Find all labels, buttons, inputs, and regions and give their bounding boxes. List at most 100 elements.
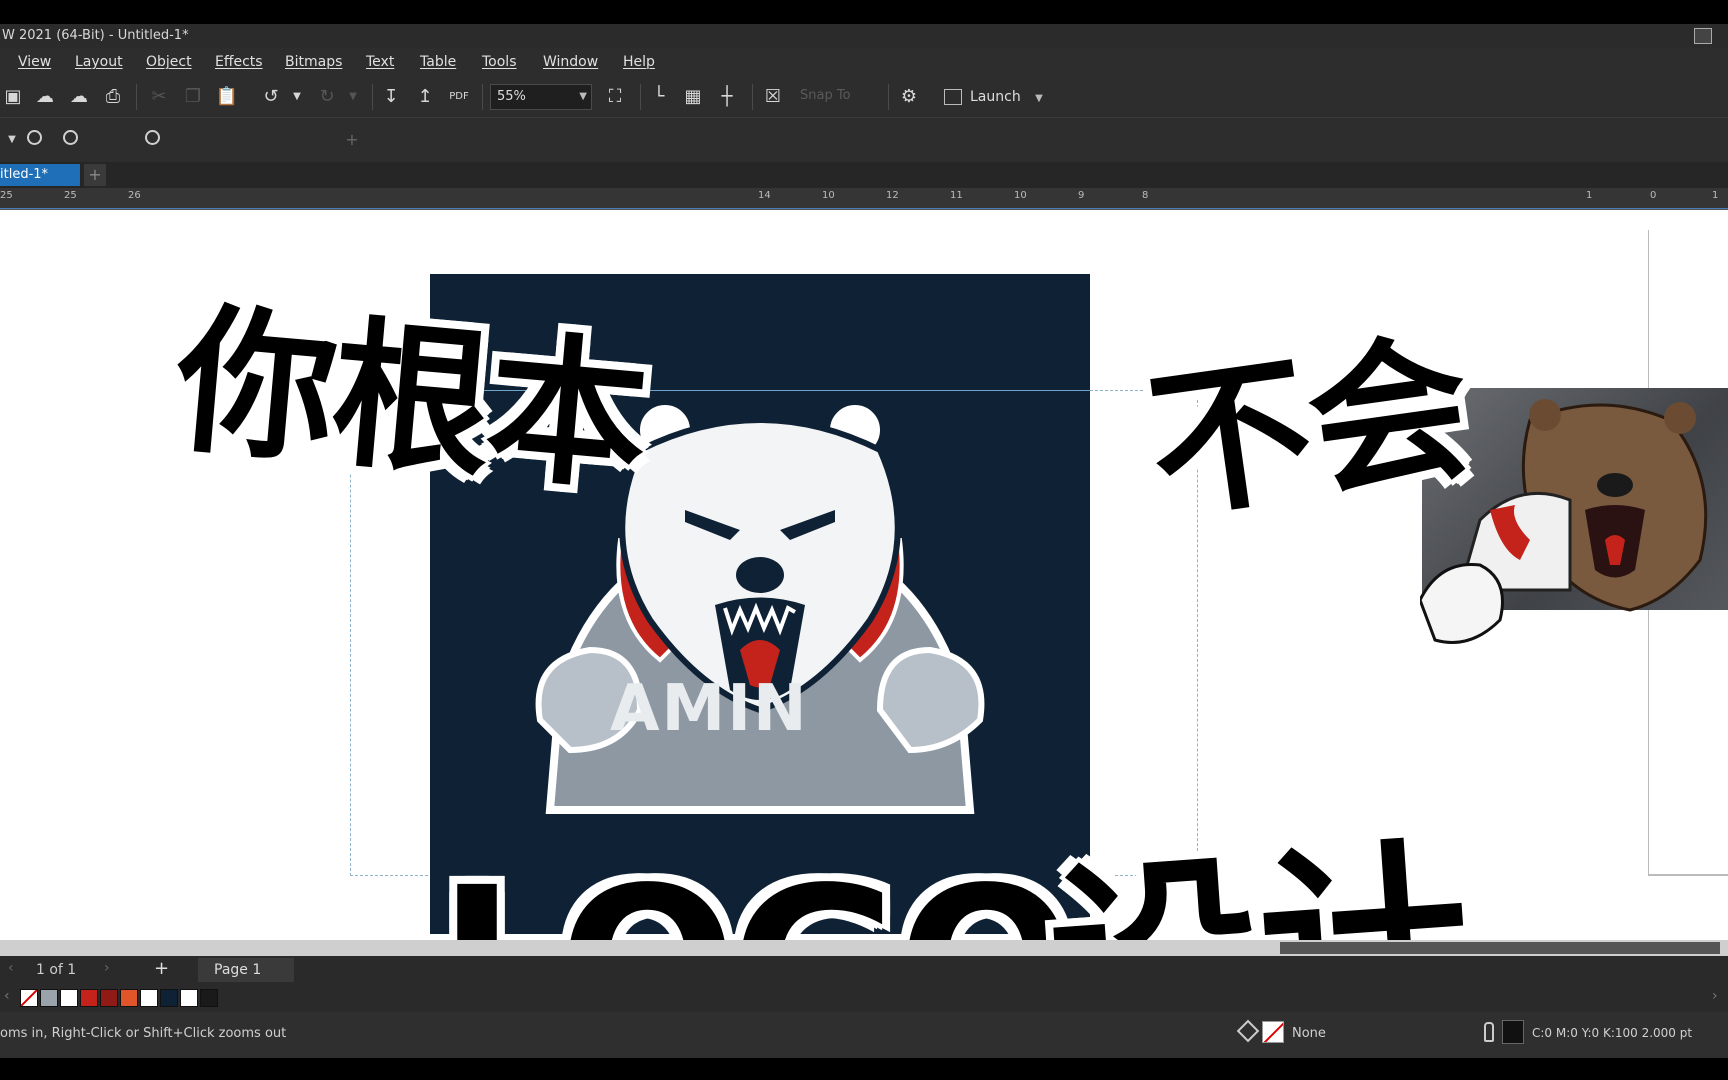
menu-help[interactable]: Help	[623, 54, 655, 70]
palette-swatch[interactable]	[100, 989, 118, 1007]
zoom-dropdown-icon[interactable]: ▼	[579, 85, 587, 109]
logo-text: AMIN	[610, 672, 809, 746]
zoom-level-field[interactable]: 55% ▼	[490, 84, 592, 110]
add-preset-icon[interactable]: +	[340, 128, 364, 152]
fill-bucket-icon[interactable]	[1236, 1019, 1260, 1043]
menu-effects[interactable]: Effects	[215, 54, 263, 70]
toolbar-divider	[640, 84, 641, 110]
palette-swatch[interactable]	[180, 989, 198, 1007]
zoom-preset-dropdown-icon[interactable]: ▼	[0, 128, 24, 152]
overlay-title-line-3: LOGO	[438, 860, 1076, 941]
zoom-out-icon[interactable]	[58, 128, 82, 152]
outline-label: C:0 M:0 Y:0 K:100 2.000 pt	[1532, 1026, 1693, 1040]
menu-text[interactable]: Text	[366, 54, 394, 70]
document-tabs: itled-1* +	[0, 162, 1728, 188]
fill-label: None	[1292, 1026, 1326, 1041]
property-bar: ▼ +	[0, 118, 1728, 162]
palette-swatch[interactable]	[80, 989, 98, 1007]
launch-label: Launch	[970, 89, 1021, 105]
zoom-in-icon[interactable]	[22, 128, 46, 152]
color-palette: ‹ ›	[0, 984, 1728, 1012]
outline-color-swatch[interactable]	[1502, 1020, 1524, 1044]
prev-page-icon[interactable]: ‹	[8, 960, 14, 976]
overlay-title-line-4: 设计	[1042, 818, 1478, 940]
palette-scroll-right-icon[interactable]: ›	[1712, 988, 1718, 1004]
standard-toolbar: ▣ ☁ ☁ ⎙ ✂ ❐ 📋 ↺ ▼ ↻ ▼ ↧ ↥ PDF 55% ▼ ⛶ └ …	[0, 76, 1728, 118]
options-gear-icon[interactable]: ⚙	[896, 84, 922, 110]
horizontal-ruler: 25 25 26 14 10 12 11 10 9 8 1 0 1	[0, 188, 1728, 210]
guidelines-icon[interactable]: ┼	[714, 84, 740, 110]
grid-icon[interactable]: ▦	[680, 84, 706, 110]
menu-object[interactable]: Object	[146, 54, 192, 70]
ruler-tick: 10	[822, 190, 835, 201]
page-count: 1 of 1	[36, 962, 77, 978]
cloud-download-icon[interactable]: ☁	[32, 84, 58, 110]
ruler-tick: 11	[950, 190, 963, 201]
snap-off-icon[interactable]: ☒	[760, 84, 786, 110]
ruler-tick: 1	[1712, 190, 1719, 201]
launch-icon	[944, 89, 962, 105]
palette-scroll-left-icon[interactable]: ‹	[4, 988, 10, 1004]
menu-layout[interactable]: Layout	[75, 54, 123, 70]
palette-swatch[interactable]	[200, 989, 218, 1007]
add-page-icon[interactable]: +	[154, 958, 169, 979]
window-title: W 2021 (64-Bit) - Untitled-1*	[2, 28, 189, 43]
zoom-level-value: 55%	[497, 89, 526, 104]
launch-button[interactable]: Launch ▼	[940, 84, 1043, 110]
full-screen-preview-icon[interactable]: ⛶	[602, 84, 628, 110]
export-icon[interactable]: ↥	[412, 84, 438, 110]
ruler-tick: 0	[1650, 190, 1657, 201]
redo-dropdown-icon[interactable]: ▼	[340, 84, 366, 110]
palette-swatch[interactable]	[140, 989, 158, 1007]
palette-swatch[interactable]	[40, 989, 58, 1007]
menu-window[interactable]: Window	[543, 54, 598, 70]
outline-pen-icon[interactable]	[1484, 1022, 1494, 1042]
tool-hint: oms in, Right-Click or Shift+Click zooms…	[0, 1026, 287, 1041]
ruler-tick: 8	[1142, 190, 1149, 201]
pdf-export-icon[interactable]: PDF	[446, 84, 472, 110]
menu-view[interactable]: View	[18, 54, 51, 70]
tab-untitled-1[interactable]: itled-1*	[0, 164, 80, 186]
cut-icon[interactable]: ✂	[146, 84, 172, 110]
palette-swatch[interactable]	[60, 989, 78, 1007]
horizontal-scrollbar[interactable]	[0, 940, 1728, 956]
undo-dropdown-icon[interactable]: ▼	[284, 84, 310, 110]
fill-none-swatch[interactable]	[1262, 1021, 1284, 1043]
paste-icon[interactable]: 📋	[214, 84, 240, 110]
menu-bitmaps[interactable]: Bitmaps	[285, 54, 342, 70]
toolbar-divider	[482, 84, 483, 110]
palette-swatch[interactable]	[120, 989, 138, 1007]
ruler-tick: 14	[758, 190, 771, 201]
tab-page-1[interactable]: Page 1	[198, 958, 294, 982]
rulers-icon[interactable]: └	[646, 84, 672, 110]
no-color-swatch[interactable]	[20, 989, 38, 1007]
toolbar-divider	[372, 84, 373, 110]
toolbar-divider	[888, 84, 889, 110]
zoom-to-selected-icon[interactable]	[140, 128, 164, 152]
import-icon[interactable]: ↧	[378, 84, 404, 110]
title-bar: W 2021 (64-Bit) - Untitled-1*	[0, 24, 1728, 48]
launch-dropdown-icon[interactable]: ▼	[1035, 93, 1043, 104]
cloud-upload-icon[interactable]: ☁	[66, 84, 92, 110]
overlay-title-line-1: 你根本	[168, 285, 652, 514]
next-page-icon[interactable]: ›	[104, 960, 110, 976]
ruler-tick: 26	[128, 190, 141, 201]
new-document-tab-icon[interactable]: +	[84, 164, 106, 186]
drawing-canvas[interactable]: AMIN 你根本 不会 LOGO 设计	[0, 210, 1728, 940]
undo-icon[interactable]: ↺	[258, 84, 284, 110]
snap-to-dropdown[interactable]: Snap To	[800, 88, 851, 103]
menu-table[interactable]: Table	[420, 54, 456, 70]
toolbar-divider	[136, 84, 137, 110]
account-icon[interactable]	[1694, 28, 1712, 44]
copy-icon[interactable]: ❐	[180, 84, 206, 110]
palette-swatch[interactable]	[160, 989, 178, 1007]
ruler-tick: 10	[1014, 190, 1027, 201]
redo-icon[interactable]: ↻	[314, 84, 340, 110]
scrollbar-thumb[interactable]	[1280, 942, 1720, 954]
save-icon[interactable]: ▣	[0, 84, 26, 110]
print-icon[interactable]: ⎙	[100, 84, 126, 110]
ruler-tick: 9	[1078, 190, 1085, 201]
letterbox-bottom	[0, 1058, 1728, 1080]
page-navigator: ‹ 1 of 1 › + Page 1	[0, 956, 1728, 984]
menu-tools[interactable]: Tools	[482, 54, 517, 70]
